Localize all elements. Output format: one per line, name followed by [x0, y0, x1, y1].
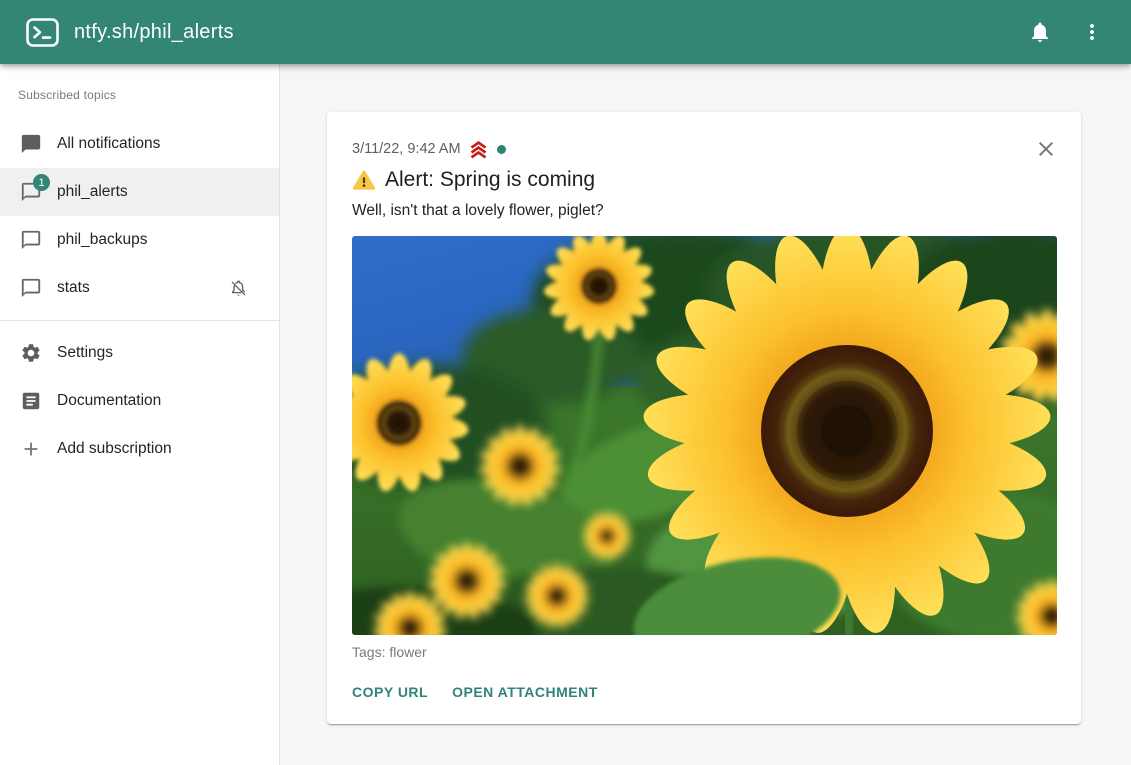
app-bar: ntfy.sh/phil_alerts	[0, 0, 1131, 64]
main-content: 3/11/22, 9:42 AM	[280, 64, 1131, 765]
sidebar-item-phil-backups[interactable]: phil_backups	[0, 216, 279, 264]
kebab-menu-icon	[1080, 20, 1104, 44]
sidebar: Subscribed topics All notifications 1 ph…	[0, 64, 280, 765]
terminal-logo-icon	[26, 18, 59, 47]
unread-count-badge: 1	[33, 174, 50, 191]
plus-icon	[20, 438, 42, 460]
unread-dot	[497, 145, 506, 154]
page-title: ntfy.sh/phil_alerts	[74, 21, 234, 44]
notification-timestamp: 3/11/22, 9:42 AM	[352, 141, 461, 157]
close-notification-button[interactable]	[1034, 137, 1058, 161]
close-icon	[1034, 137, 1058, 161]
sidebar-divider	[0, 320, 279, 321]
kebab-menu-button[interactable]	[1079, 19, 1105, 45]
sidebar-item-label: Add subscription	[57, 440, 172, 458]
notification-body: Well, isn't that a lovely flower, piglet…	[352, 200, 1057, 222]
chat-bubble-outline-icon: 1	[20, 181, 42, 203]
sidebar-item-label: All notifications	[57, 135, 160, 153]
sidebar-item-label: stats	[57, 279, 90, 297]
chat-bubble-outline-icon	[20, 229, 42, 251]
sidebar-item-stats[interactable]: stats	[0, 264, 279, 312]
warning-triangle-icon	[352, 168, 376, 192]
sidebar-item-add-subscription[interactable]: Add subscription	[0, 425, 279, 473]
sidebar-item-documentation[interactable]: Documentation	[0, 377, 279, 425]
priority-high-icon	[469, 140, 488, 159]
gear-icon	[20, 342, 42, 364]
sidebar-item-label: phil_alerts	[57, 183, 128, 201]
chat-bubble-filled-icon	[20, 133, 42, 155]
article-icon	[20, 390, 42, 412]
tags-label: Tags: flower	[352, 644, 1057, 660]
sidebar-item-all-notifications[interactable]: All notifications	[0, 120, 279, 168]
subscribed-topics-label: Subscribed topics	[0, 64, 279, 102]
sidebar-item-label: phil_backups	[57, 231, 147, 249]
notification-card: 3/11/22, 9:42 AM	[327, 112, 1081, 724]
copy-url-button[interactable]: COPY URL	[352, 676, 428, 708]
sidebar-item-settings[interactable]: Settings	[0, 329, 279, 377]
chat-bubble-outline-icon	[20, 277, 42, 299]
open-attachment-button[interactable]: OPEN ATTACHMENT	[452, 676, 598, 708]
sidebar-item-phil-alerts[interactable]: 1 phil_alerts	[0, 168, 279, 216]
bell-icon	[1028, 20, 1052, 44]
sidebar-item-label: Settings	[57, 344, 113, 362]
sidebar-item-label: Documentation	[57, 392, 161, 410]
notification-title: Alert: Spring is coming	[385, 165, 595, 195]
bell-off-icon	[229, 279, 248, 298]
notifications-bell-button[interactable]	[1027, 19, 1053, 45]
attachment-image[interactable]	[352, 236, 1057, 635]
